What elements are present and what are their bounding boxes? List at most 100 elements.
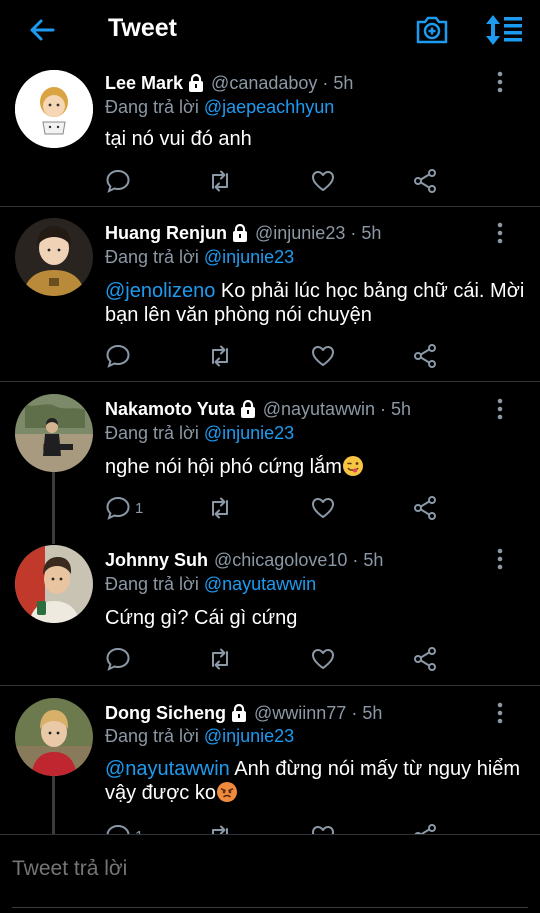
tweet-actions	[105, 343, 445, 369]
avatar[interactable]	[15, 545, 93, 623]
reply-button[interactable]: 1	[105, 495, 143, 521]
display-name[interactable]: Johnny Suh	[105, 550, 208, 571]
tweet[interactable]: Huang Renjun @injunie23 · 5h Đang trả lờ…	[0, 207, 540, 382]
retweet-icon	[212, 825, 228, 834]
tweet[interactable]: Dong Sicheng @wwiinn77 · 5h Đang trả lời…	[0, 686, 540, 834]
sort-button[interactable]	[484, 12, 524, 48]
tweet[interactable]: Nakamoto Yuta @nayutawwin · 5h Đang trả …	[0, 382, 540, 532]
replying-to: Đang trả lời @jaepeachhyun	[105, 97, 334, 118]
like-button[interactable]	[310, 646, 336, 672]
like-button[interactable]	[310, 495, 336, 521]
share-button[interactable]	[412, 495, 438, 521]
tweet-actions: 1	[105, 495, 445, 521]
like-button[interactable]	[310, 168, 336, 194]
display-name[interactable]: Dong Sicheng	[105, 703, 226, 724]
replying-to-mention[interactable]: @jaepeachhyun	[204, 97, 334, 117]
more-options-icon[interactable]	[488, 397, 512, 421]
retweet-button[interactable]	[207, 343, 233, 369]
timestamp: 5h	[333, 72, 354, 93]
replying-to: Đang trả lời @injunie23	[105, 726, 294, 747]
more-options-icon[interactable]	[488, 701, 512, 725]
separator-dot: ·	[350, 222, 357, 243]
display-name[interactable]: Lee Mark	[105, 73, 183, 94]
separator-dot: ·	[380, 398, 387, 419]
retweet-button[interactable]	[207, 168, 233, 194]
tweet-actions	[105, 168, 445, 194]
display-name[interactable]: Huang Renjun	[105, 223, 227, 244]
camera-button[interactable]	[414, 12, 450, 48]
top-app-bar: Tweet	[0, 0, 540, 62]
display-name[interactable]: Nakamoto Yuta	[105, 399, 235, 420]
avatar[interactable]	[15, 394, 93, 472]
avatar-image	[15, 394, 93, 472]
more-options-icon[interactable]	[488, 221, 512, 245]
replying-to-label: Đang trả lời	[105, 423, 199, 443]
like-button[interactable]	[310, 823, 336, 834]
reply-input[interactable]	[12, 857, 512, 881]
back-button[interactable]	[26, 14, 58, 46]
retweet-button[interactable]	[207, 646, 233, 672]
retweet-icon	[212, 170, 228, 192]
avatar[interactable]	[15, 218, 93, 296]
avatar-image	[15, 218, 93, 296]
replying-to-label: Đang trả lời	[105, 574, 199, 594]
tweet-actions	[105, 646, 445, 672]
replying-to-label: Đang trả lời	[105, 247, 199, 267]
lock-icon	[233, 223, 247, 242]
retweet-button[interactable]	[207, 495, 233, 521]
reply-button[interactable]	[105, 168, 135, 194]
reply-button[interactable]	[105, 646, 135, 672]
separator-dot: ·	[352, 549, 359, 570]
avatar-image	[15, 545, 93, 623]
reply-button[interactable]: 1	[105, 823, 143, 834]
avatar[interactable]	[15, 70, 93, 148]
handle[interactable]: @nayutawwin	[263, 399, 375, 420]
replying-to-mention[interactable]: @injunie23	[204, 423, 294, 443]
tweet-mention[interactable]: @jenolizeno	[105, 280, 215, 302]
share-icon	[414, 169, 436, 193]
winking-tongue-emoji-icon	[342, 456, 363, 476]
tweet[interactable]: Johnny Suh @chicagolove10 · 5h Đang trả …	[0, 532, 540, 686]
share-icon	[414, 824, 436, 834]
separator-dot: ·	[351, 702, 358, 723]
reply-button[interactable]	[105, 343, 135, 369]
replying-to-mention[interactable]: @nayutawwin	[204, 574, 316, 594]
tweet-text-content: Cứng gì? Cái gì cứng	[105, 607, 298, 629]
share-button[interactable]	[412, 823, 438, 834]
share-icon	[414, 496, 436, 520]
comment-icon	[106, 344, 130, 368]
replying-to: Đang trả lời @injunie23	[105, 247, 294, 268]
tweet-text: @jenolizeno Ko phải lúc học bảng chữ cái…	[105, 279, 525, 327]
arrow-left-icon	[30, 19, 55, 41]
replying-to-mention[interactable]: @injunie23	[204, 247, 294, 267]
sort-icon	[486, 15, 522, 45]
tweet-text: tại nó vui đó anh	[105, 127, 525, 151]
timestamp: 5h	[361, 222, 382, 243]
thread-line	[52, 470, 55, 532]
comment-icon	[106, 496, 130, 520]
tweet[interactable]: Lee Mark @canadaboy · 5h Đang trả lời @j…	[0, 62, 540, 207]
handle[interactable]: @chicagolove10	[214, 550, 347, 571]
camera-plus-icon	[416, 16, 448, 44]
comment-icon	[106, 647, 130, 671]
thread-line	[52, 774, 55, 834]
like-button[interactable]	[310, 343, 336, 369]
tweet-actions: 1	[105, 823, 445, 834]
timestamp: 5h	[363, 549, 384, 570]
retweet-button[interactable]	[207, 823, 233, 834]
handle[interactable]: @wwiinn77	[254, 703, 346, 724]
share-button[interactable]	[412, 168, 438, 194]
tweet-text: Cứng gì? Cái gì cứng	[105, 606, 525, 630]
handle[interactable]: @canadaboy	[211, 73, 317, 94]
replying-to-mention[interactable]: @injunie23	[204, 726, 294, 746]
more-options-icon[interactable]	[488, 70, 512, 94]
avatar[interactable]	[15, 698, 93, 776]
replying-to-label: Đang trả lời	[105, 97, 199, 117]
tweet-text: nghe nói hội phó cứng lắm	[105, 455, 525, 479]
heart-icon	[312, 346, 334, 366]
share-button[interactable]	[412, 343, 438, 369]
share-button[interactable]	[412, 646, 438, 672]
more-options-icon[interactable]	[488, 547, 512, 571]
handle[interactable]: @injunie23	[255, 223, 345, 244]
tweet-mention[interactable]: @nayutawwin	[105, 758, 230, 780]
